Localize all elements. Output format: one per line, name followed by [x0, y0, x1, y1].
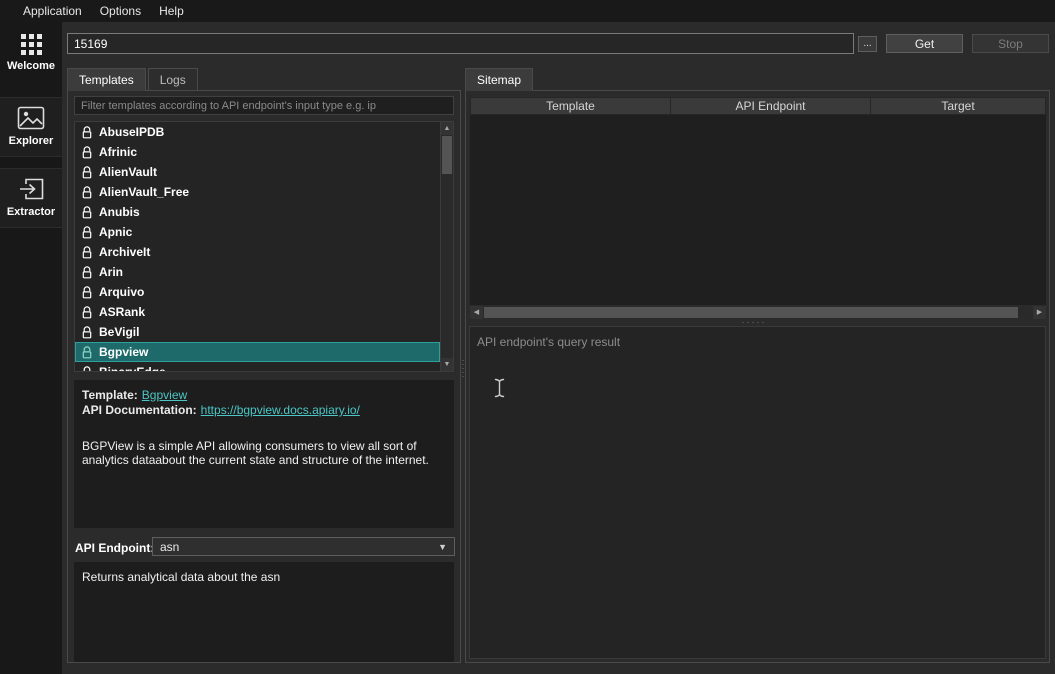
- chevron-down-icon: ▼: [438, 542, 447, 552]
- sidebar-item-extractor[interactable]: Extractor: [0, 168, 62, 228]
- app-window: ApplicationOptionsHelp Welcome Explorer …: [0, 0, 1055, 674]
- template-description: BGPView is a simple API allowing consume…: [82, 439, 446, 467]
- scroll-left-icon[interactable]: ◀: [470, 306, 483, 319]
- template-name: BeVigil: [99, 325, 139, 339]
- column-header-api-endpoint[interactable]: API Endpoint: [671, 98, 871, 114]
- target-input[interactable]: [67, 33, 854, 54]
- tab-templates[interactable]: Templates: [67, 68, 146, 91]
- unlock-icon: [82, 126, 92, 139]
- sitemap-panel: Template API Endpoint Target ◀ ▶ ····· A…: [465, 90, 1050, 663]
- query-result-placeholder: API endpoint's query result: [477, 335, 620, 349]
- doc-info-line: API Documentation: https://bgpview.docs.a…: [82, 403, 446, 417]
- template-name: AbuseIPDB: [99, 125, 164, 139]
- column-header-target[interactable]: Target: [871, 98, 1045, 114]
- unlock-icon: [82, 206, 92, 219]
- template-name: Anubis: [99, 205, 140, 219]
- template-name: Apnic: [99, 225, 132, 239]
- template-row-abuseipdb[interactable]: AbuseIPDB: [75, 122, 440, 142]
- tab-logs[interactable]: Logs: [148, 68, 198, 90]
- template-row-arin[interactable]: Arin: [75, 262, 440, 282]
- template-name: Bgpview: [99, 345, 148, 359]
- unlock-icon: [82, 306, 92, 319]
- sidebar-item-explorer[interactable]: Explorer: [0, 97, 62, 157]
- extract-icon: [18, 177, 45, 201]
- template-name: ASRank: [99, 305, 145, 319]
- unlock-icon: [82, 326, 92, 339]
- unlock-icon: [82, 166, 92, 179]
- stop-button[interactable]: Stop: [972, 34, 1049, 53]
- unlock-icon: [82, 266, 92, 279]
- templates-panel: AbuseIPDB Afrinic AlienVault AlienVault_Fre…: [67, 90, 461, 663]
- template-label: Template:: [82, 388, 138, 402]
- vertical-scrollbar[interactable]: ▲ ▼: [440, 122, 453, 371]
- sidebar-item-label: Extractor: [0, 206, 62, 218]
- template-row-archiveit[interactable]: ArchiveIt: [75, 242, 440, 262]
- menu-item-help[interactable]: Help: [150, 1, 193, 21]
- endpoint-description-text: Returns analytical data about the asn: [82, 570, 280, 584]
- template-link[interactable]: Bgpview: [142, 388, 187, 402]
- template-list: AbuseIPDB Afrinic AlienVault AlienVault_Fre…: [74, 121, 454, 372]
- scrollbar-thumb[interactable]: [442, 136, 452, 174]
- get-button[interactable]: Get: [886, 34, 963, 53]
- template-name: Arin: [99, 265, 123, 279]
- sitemap-table-header: Template API Endpoint Target: [470, 97, 1046, 115]
- unlock-icon: [82, 246, 92, 259]
- template-row-arquivo[interactable]: Arquivo: [75, 282, 440, 302]
- scroll-right-icon[interactable]: ▶: [1033, 306, 1046, 319]
- template-name: BinaryEdge: [99, 365, 166, 372]
- template-info-line: Template: Bgpview: [82, 388, 446, 402]
- grid-icon: [21, 34, 42, 55]
- template-row-asrank[interactable]: ASRank: [75, 302, 440, 322]
- template-row-alienvault[interactable]: AlienVault: [75, 162, 440, 182]
- menubar-items: ApplicationOptionsHelp: [14, 1, 193, 21]
- unlock-icon: [82, 186, 92, 199]
- api-endpoint-select[interactable]: asn ▼: [152, 537, 455, 556]
- sidebar-item-welcome[interactable]: Welcome: [0, 34, 62, 72]
- unlock-icon: [82, 286, 92, 299]
- text-cursor-icon: [494, 378, 505, 398]
- template-row-bgpview[interactable]: Bgpview: [75, 342, 440, 362]
- unlock-icon: [82, 226, 92, 239]
- template-row-apnic[interactable]: Apnic: [75, 222, 440, 242]
- template-name: AlienVault: [99, 165, 157, 179]
- template-list-rows: AbuseIPDB Afrinic AlienVault AlienVault_Fre…: [75, 122, 440, 372]
- tab-sitemap[interactable]: Sitemap: [465, 68, 533, 91]
- right-tabbar: Sitemap: [465, 68, 535, 90]
- left-tabbar: Templates Logs: [67, 68, 200, 90]
- sidebar-item-label: Explorer: [0, 135, 62, 147]
- scroll-up-icon[interactable]: ▲: [441, 122, 453, 135]
- template-name: Arquivo: [99, 285, 144, 299]
- unlock-icon: [82, 366, 92, 373]
- image-icon: [17, 106, 45, 130]
- unlock-icon: [82, 346, 92, 359]
- query-result-area[interactable]: API endpoint's query result: [469, 326, 1046, 659]
- template-row-anubis[interactable]: Anubis: [75, 202, 440, 222]
- scroll-down-icon[interactable]: ▼: [441, 358, 453, 371]
- api-endpoint-value: asn: [160, 540, 179, 554]
- browse-button[interactable]: ...: [858, 36, 877, 52]
- api-endpoint-label: API Endpoint:: [75, 541, 154, 555]
- template-info-box: Template: Bgpview API Documentation: https…: [74, 380, 454, 528]
- doc-link[interactable]: https://bgpview.docs.apiary.io/: [201, 403, 360, 417]
- splitter-handle-icon[interactable]: ·····: [466, 319, 1042, 325]
- template-row-afrinic[interactable]: Afrinic: [75, 142, 440, 162]
- unlock-icon: [82, 146, 92, 159]
- template-name: AlienVault_Free: [99, 185, 189, 199]
- endpoint-description-box: Returns analytical data about the asn: [74, 562, 454, 662]
- template-row-bevigil[interactable]: BeVigil: [75, 322, 440, 342]
- menu-item-application[interactable]: Application: [14, 1, 91, 21]
- template-name: ArchiveIt: [99, 245, 150, 259]
- doc-label: API Documentation:: [82, 403, 197, 417]
- sidebar-item-label: Welcome: [0, 60, 62, 72]
- template-name: Afrinic: [99, 145, 137, 159]
- sitemap-table-body[interactable]: [470, 115, 1046, 305]
- menu-item-options[interactable]: Options: [91, 1, 150, 21]
- template-row-alienvault_free[interactable]: AlienVault_Free: [75, 182, 440, 202]
- sidebar: Welcome Explorer Extractor: [0, 22, 62, 674]
- template-row-binaryedge[interactable]: BinaryEdge: [75, 362, 440, 372]
- menubar: ApplicationOptionsHelp: [0, 0, 1055, 22]
- template-filter-input[interactable]: [74, 96, 454, 115]
- column-header-template[interactable]: Template: [471, 98, 671, 114]
